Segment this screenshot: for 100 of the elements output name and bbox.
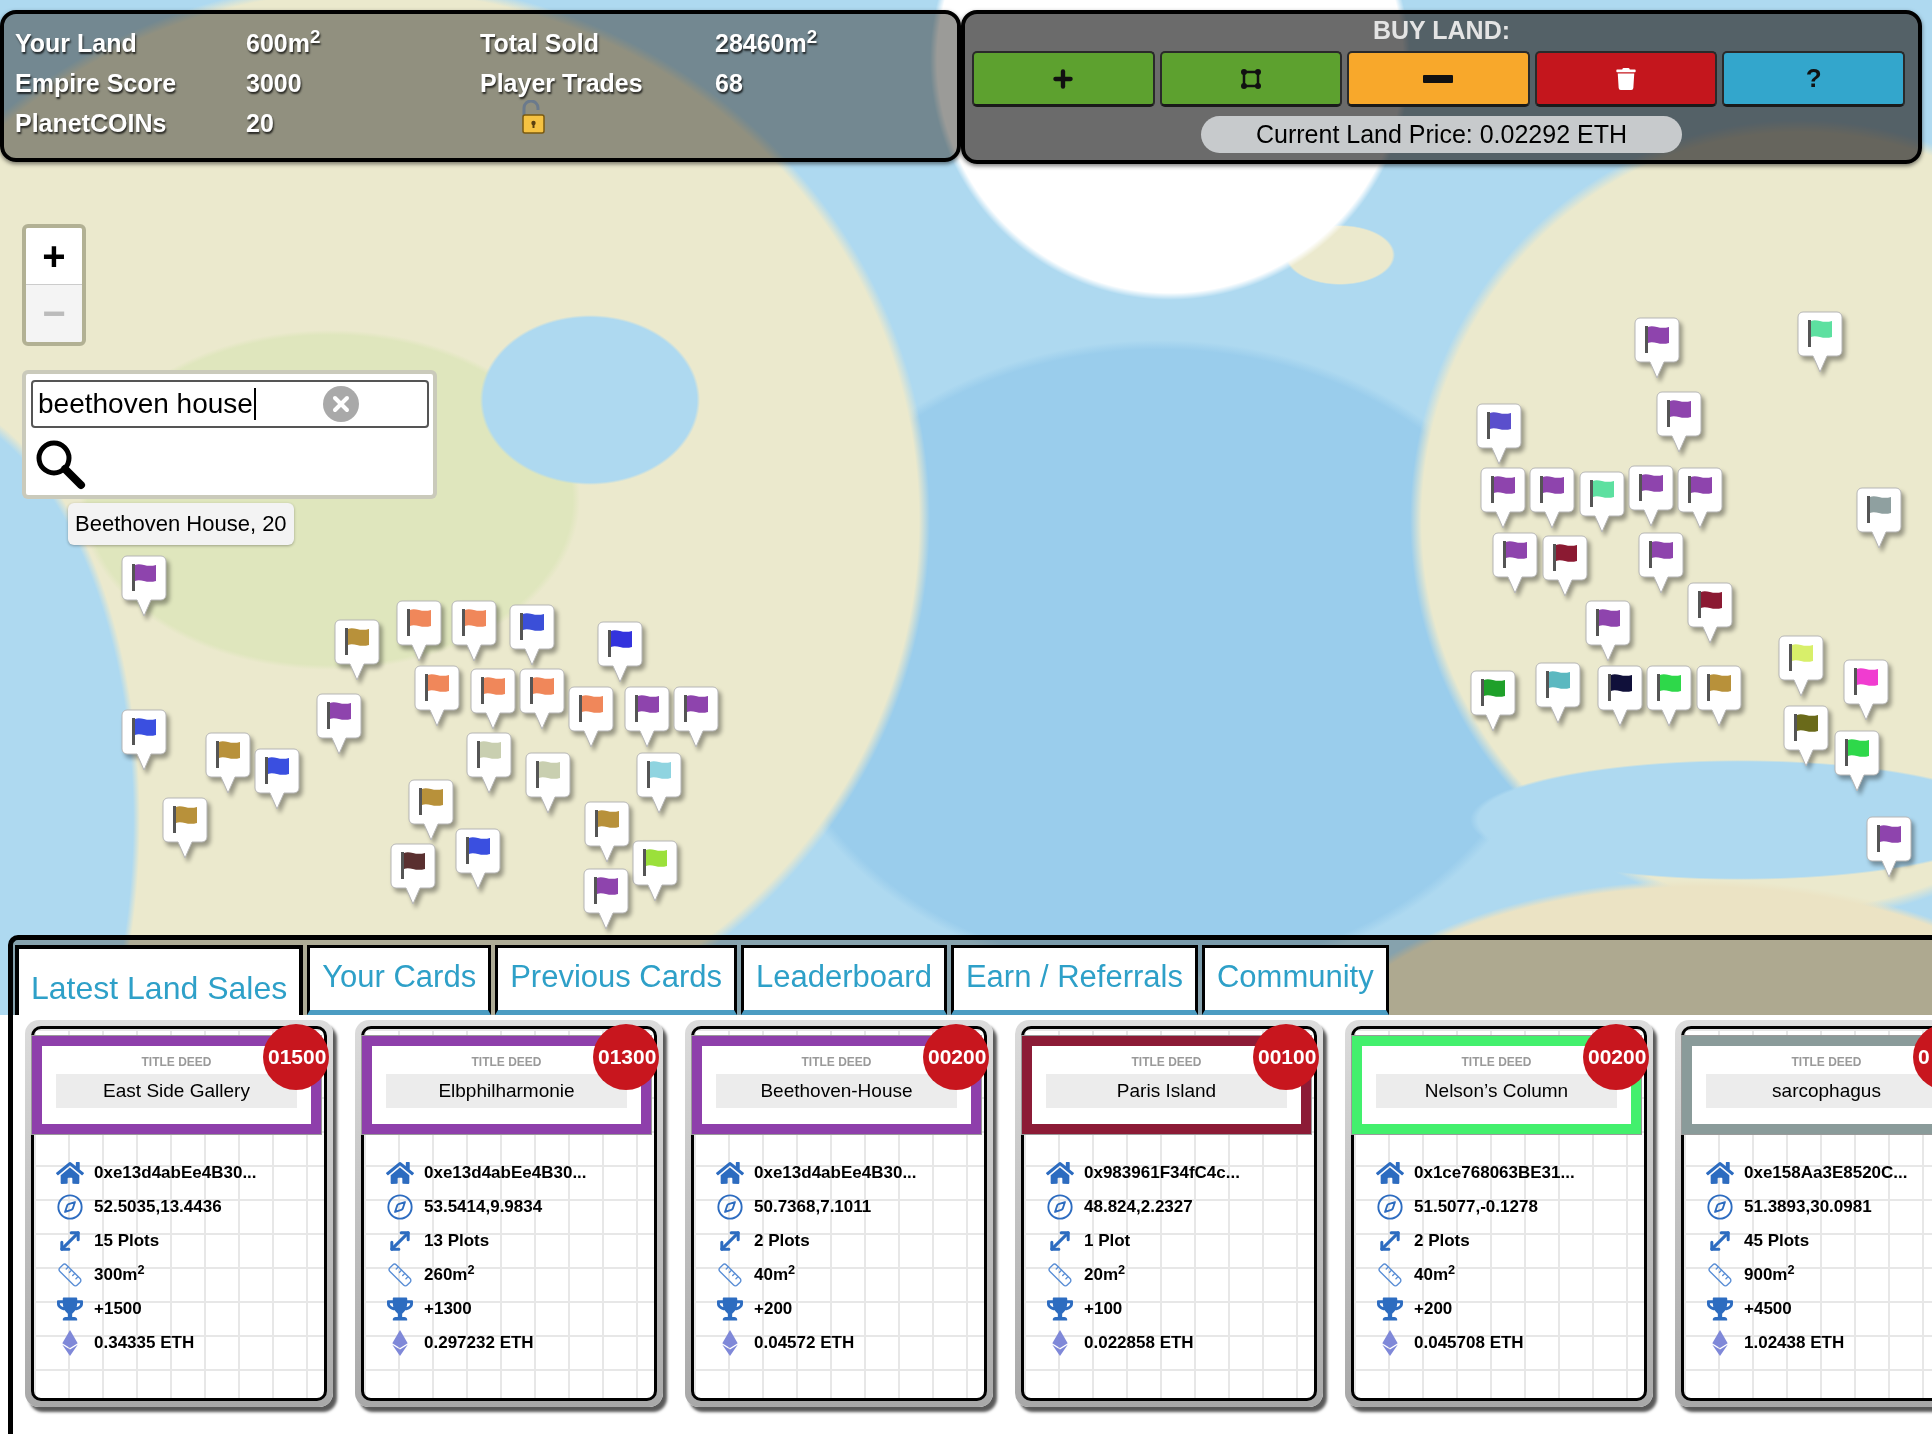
flag-pin-icon[interactable]	[1687, 582, 1733, 644]
buy-land-title: BUY LAND:	[1372, 15, 1510, 45]
flag-pin-icon[interactable]	[390, 843, 436, 905]
ruler-icon	[1047, 1262, 1073, 1288]
stat-label: Player Trades	[480, 68, 644, 100]
flag-pin-icon[interactable]	[1628, 465, 1674, 527]
score-text: +200	[754, 1298, 793, 1321]
flag-pin-icon[interactable]	[1529, 467, 1575, 529]
add-button[interactable]	[972, 51, 1155, 107]
price-text: 0.34335 ETH	[94, 1332, 195, 1355]
flag-pin-icon[interactable]	[1476, 403, 1522, 465]
flag-pin-icon[interactable]	[519, 668, 565, 730]
flag-pin-icon[interactable]	[632, 840, 678, 902]
flag-pin-icon[interactable]	[525, 752, 571, 814]
title-deed-card[interactable]: TITLE DEED Beethoven-House 0xe13d4abEe4B30... 50.7368,7.1011 2 Plots 40m$^{2}$ +200 0.04572 ETH 00200	[685, 1020, 993, 1407]
flag-pin-icon[interactable]	[1480, 467, 1526, 529]
select-button[interactable]	[1159, 51, 1343, 107]
help-button[interactable]: ?	[1722, 51, 1905, 107]
flag-pin-icon[interactable]	[1634, 317, 1680, 379]
delete-button[interactable]	[1534, 51, 1718, 107]
square-icon	[1239, 67, 1262, 90]
flag-pin-icon[interactable]	[121, 709, 167, 771]
title-deed-card[interactable]: TITLE DEED Nelson’s Column 0x1ce768063BE31... 51.5077,-0.1278 2 Plots 40m$^{2}$ +200 0.045708 ETH 00200	[1345, 1020, 1653, 1407]
title-deed-card[interactable]: TITLE DEED East Side Gallery 0xe13d4abEe4B30... 52.5035,13.4436 15 Plots 300m$^{2}$ +1500 0.34335 ETH 01500	[25, 1020, 333, 1407]
title-deed-label: TITLE DEED	[471, 1054, 542, 1070]
compass-icon	[1376, 1193, 1404, 1221]
area-text: 40m$^{2}$	[1414, 1262, 1456, 1287]
flag-pin-icon[interactable]	[1638, 532, 1684, 594]
flag-pin-icon[interactable]	[583, 868, 629, 930]
flag-pin-icon[interactable]	[396, 600, 442, 662]
search-suggestion[interactable]: Beethoven House, 20	[68, 503, 294, 545]
flag-pin-icon[interactable]	[1866, 816, 1912, 878]
flag-pin-icon[interactable]	[408, 779, 454, 841]
price-text: 1.02438 ETH	[1744, 1332, 1845, 1355]
title-deed-card[interactable]: TITLE DEED Paris Island 0x983961F34fC4c... 48.824,2.2327 1 Plot 20m$^{2}$ +100 0.022858 ETH 00100	[1015, 1020, 1323, 1407]
score-text: +1300	[424, 1298, 472, 1321]
title-deed-label: TITLE DEED	[1791, 1054, 1862, 1070]
padlock-icon[interactable]	[520, 100, 546, 134]
flag-pin-icon[interactable]	[509, 604, 555, 666]
zoom-in-button[interactable]: +	[26, 228, 82, 285]
plots-text: 2 Plots	[754, 1230, 810, 1253]
coordinates-text: 48.824,2.2327	[1084, 1196, 1193, 1219]
flag-pin-icon[interactable]	[584, 801, 630, 863]
flag-pin-icon[interactable]	[455, 828, 501, 890]
house-icon	[386, 1160, 414, 1186]
flag-pin-icon[interactable]	[205, 732, 251, 794]
flag-pin-icon[interactable]	[1470, 670, 1516, 732]
flag-pin-icon[interactable]	[673, 686, 719, 748]
flag-pin-icon[interactable]	[1696, 665, 1742, 727]
flag-pin-icon[interactable]	[1646, 665, 1692, 727]
flag-pin-icon[interactable]	[1492, 532, 1538, 594]
flag-pin-icon[interactable]	[121, 555, 167, 617]
search-field[interactable]: beethoven house	[31, 380, 429, 428]
stat-label: Empire Score	[15, 68, 178, 100]
remove-button[interactable]	[1347, 51, 1530, 107]
flag-pin-icon[interactable]	[466, 732, 512, 794]
plots-text: 1 Plot	[1084, 1230, 1131, 1253]
flag-pin-icon[interactable]	[568, 686, 614, 748]
flag-pin-icon[interactable]	[414, 665, 460, 727]
flag-pin-icon[interactable]	[1542, 535, 1588, 597]
flag-pin-icon[interactable]	[1579, 471, 1625, 533]
coordinates-text: 52.5035,13.4436	[94, 1196, 222, 1219]
flag-pin-icon[interactable]	[254, 748, 300, 810]
stat-value: 68	[715, 68, 743, 100]
flag-pin-icon[interactable]	[1535, 662, 1581, 724]
flag-pin-icon[interactable]	[1783, 705, 1829, 767]
flag-pin-icon[interactable]	[624, 686, 670, 748]
flag-pin-icon[interactable]	[470, 668, 516, 730]
flag-pin-icon[interactable]	[1856, 487, 1902, 549]
flag-pin-icon[interactable]	[597, 621, 643, 683]
flag-pin-icon[interactable]	[1585, 600, 1631, 662]
title-deed-label: TITLE DEED	[1461, 1054, 1532, 1070]
house-icon	[716, 1160, 744, 1186]
flag-pin-icon[interactable]	[451, 600, 497, 662]
flag-pin-icon[interactable]	[162, 797, 208, 859]
score-text: +200	[1414, 1298, 1453, 1321]
flag-pin-icon[interactable]	[1797, 311, 1843, 373]
flag-pin-icon[interactable]	[1834, 730, 1880, 792]
flag-pin-icon[interactable]	[316, 693, 362, 755]
area-text: 300m$^{2}$	[94, 1262, 145, 1287]
search-icon[interactable]	[34, 438, 86, 490]
flag-pin-icon[interactable]	[1778, 635, 1824, 697]
plots-text: 45 Plots	[1744, 1230, 1810, 1253]
owner-address: 0xe158Aa3E8520C...	[1744, 1162, 1908, 1185]
flag-pin-icon[interactable]	[1843, 659, 1889, 721]
price-text: 0.022858 ETH	[1084, 1332, 1194, 1355]
title-deed-card[interactable]: TITLE DEED sarcophagus 0xe158Aa3E8520C... 51.3893,30.0981 45 Plots 900m$^{2}$ +4500 1.02438 ETH 0	[1675, 1020, 1932, 1407]
house-icon	[1706, 1160, 1734, 1186]
flag-pin-icon[interactable]	[1656, 391, 1702, 453]
flag-pin-icon[interactable]	[1677, 467, 1723, 529]
owner-address: 0x983961F34fC4c...	[1084, 1162, 1240, 1185]
flag-pin-icon[interactable]	[334, 619, 380, 681]
area-text: 900m$^{2}$	[1744, 1262, 1795, 1287]
title-deed-card[interactable]: TITLE DEED Elbphilharmonie 0xe13d4abEe4B30... 53.5414,9.9834 13 Plots 260m$^{2}$ +1300 0.297232 ETH 01300	[355, 1020, 663, 1407]
flag-pin-icon[interactable]	[1597, 665, 1643, 727]
property-name: sarcophagus	[1706, 1074, 1932, 1108]
flag-pin-icon[interactable]	[636, 752, 682, 814]
compass-icon	[386, 1193, 414, 1221]
price-text: 0.045708 ETH	[1414, 1332, 1524, 1355]
trash-icon	[1616, 67, 1637, 90]
